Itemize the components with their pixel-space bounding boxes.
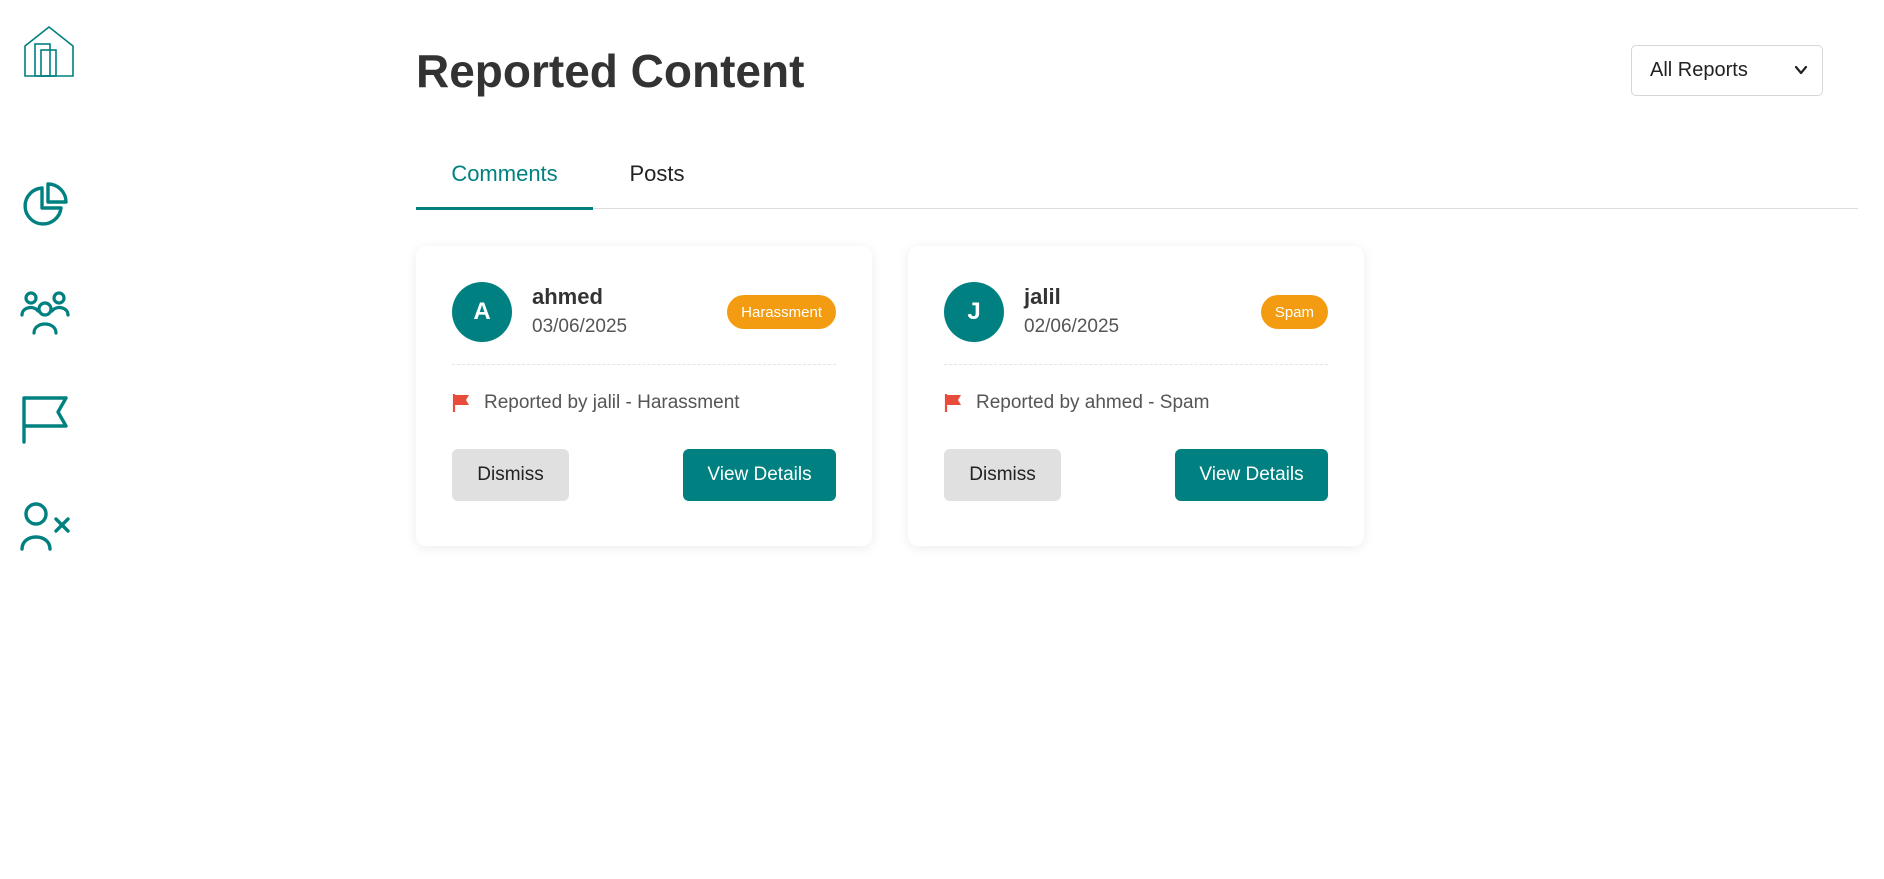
tab-comments[interactable]: Comments xyxy=(416,146,593,210)
avatar: A xyxy=(452,282,512,342)
page-title: Reported Content xyxy=(416,45,805,97)
report-reason: Reported by jalil - Harassment xyxy=(452,390,740,416)
report-date: 03/06/2025 xyxy=(532,316,628,337)
report-reason: Reported by ahmed - Spam xyxy=(944,390,1209,416)
report-card-header: J jalil 02/06/2025 Spam xyxy=(944,282,1328,342)
avatar: J xyxy=(944,282,1004,342)
report-reason-text: Reported by jalil - Harassment xyxy=(484,392,740,413)
report-date: 02/06/2025 xyxy=(1024,316,1120,337)
reported-username: jalil xyxy=(1024,284,1061,309)
view-details-button[interactable]: View Details xyxy=(1175,449,1328,501)
report-type-badge: Harassment xyxy=(727,295,836,329)
sidebar-item-reports[interactable] xyxy=(20,394,70,444)
card-divider xyxy=(452,364,836,365)
card-divider xyxy=(944,364,1328,365)
flag-icon xyxy=(452,394,469,412)
sidebar xyxy=(0,0,100,879)
tab-posts[interactable]: Posts xyxy=(593,146,721,209)
dismiss-button[interactable]: Dismiss xyxy=(452,449,569,501)
home-logo-icon[interactable] xyxy=(22,24,76,78)
report-reason-text: Reported by ahmed - Spam xyxy=(976,392,1210,413)
sidebar-item-dashboard[interactable] xyxy=(20,180,70,230)
chevron-down-icon xyxy=(1794,65,1808,75)
report-card: J jalil 02/06/2025 Spam Reported by ahme… xyxy=(908,246,1364,546)
sidebar-item-users[interactable] xyxy=(20,287,70,337)
user-x-icon xyxy=(20,502,70,551)
users-icon xyxy=(20,291,70,335)
reported-username: ahmed xyxy=(532,284,603,309)
filter-selected-value: All Reports xyxy=(1650,59,1748,81)
report-filter-select[interactable]: All Reports xyxy=(1631,45,1823,96)
dismiss-button[interactable]: Dismiss xyxy=(944,449,1061,501)
pie-chart-icon xyxy=(23,182,68,226)
sidebar-item-banned-users[interactable] xyxy=(20,501,70,551)
flag-icon xyxy=(22,396,68,444)
view-details-button[interactable]: View Details xyxy=(683,449,836,501)
report-card: A ahmed 03/06/2025 Harassment Reported b… xyxy=(416,246,872,546)
report-type-badge: Spam xyxy=(1260,295,1328,329)
flag-icon xyxy=(944,394,961,412)
report-card-header: A ahmed 03/06/2025 Harassment xyxy=(452,282,836,342)
content-tabs: Comments Posts xyxy=(416,146,1858,210)
